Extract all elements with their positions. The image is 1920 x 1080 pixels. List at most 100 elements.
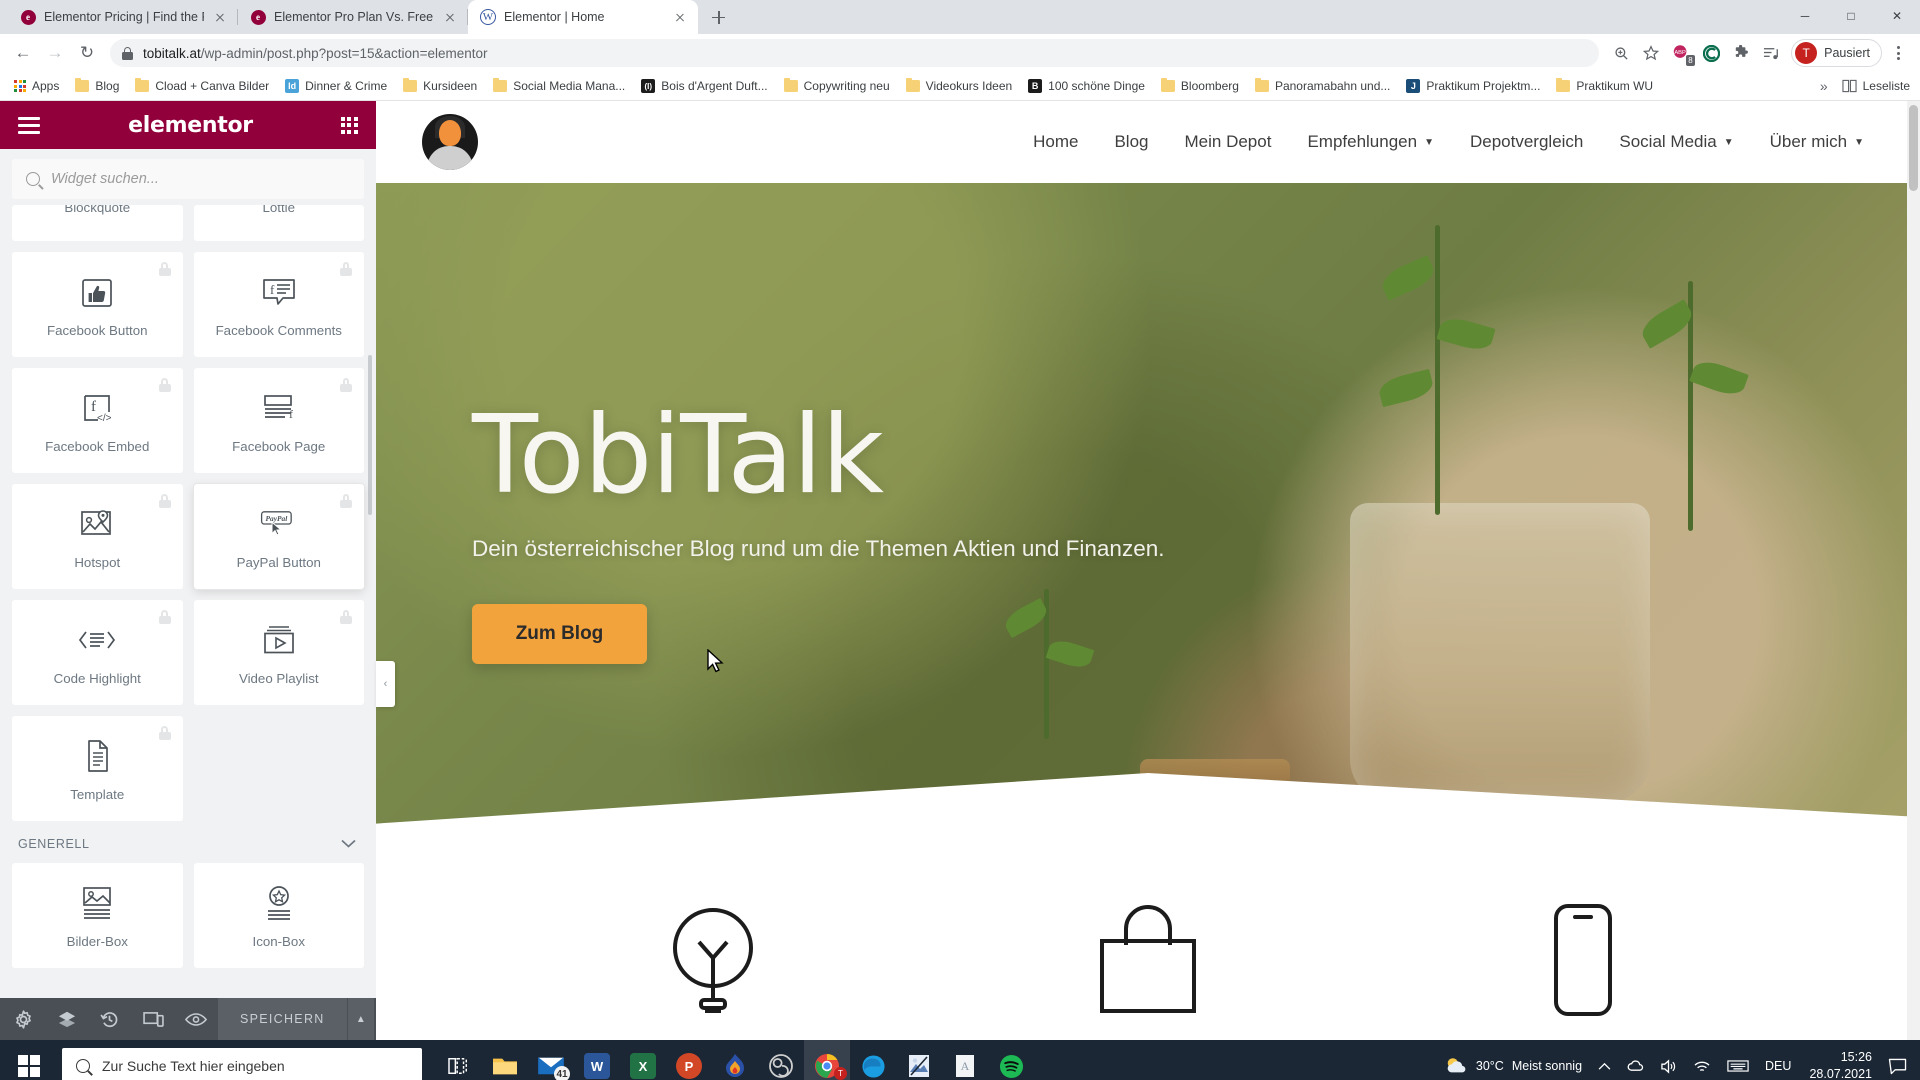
nav-item-mein-depot[interactable]: Mein Depot — [1185, 132, 1272, 152]
widget-card-video-playlist[interactable]: Video Playlist — [193, 600, 364, 705]
back-icon[interactable]: ← — [8, 38, 38, 68]
ghostery-icon[interactable] — [1697, 39, 1725, 67]
notification-icon[interactable] — [1882, 1040, 1912, 1080]
bookmark-bois-dargent-duft[interactable]: (I) Bois d'Argent Duft... — [633, 76, 775, 96]
preview-eye-icon[interactable] — [175, 998, 218, 1040]
extensions-icon[interactable] — [1727, 39, 1755, 67]
media-list-icon[interactable] — [1757, 39, 1785, 67]
bookmark-videokurs-ideen[interactable]: Videokurs Ideen — [898, 76, 1021, 96]
widget-card-lottie[interactable]: Lottie — [193, 205, 364, 241]
bookmark-copywriting-neu[interactable]: Copywriting neu — [776, 76, 898, 96]
maximize-icon[interactable]: □ — [1828, 0, 1874, 32]
close-window-icon[interactable]: ✕ — [1874, 0, 1920, 32]
minimize-icon[interactable]: ─ — [1782, 0, 1828, 32]
layers-navigator-icon[interactable] — [45, 998, 88, 1040]
grid-dots-icon[interactable] — [340, 116, 358, 134]
hamburger-icon[interactable] — [18, 116, 40, 134]
weather-widget[interactable]: 30°C Meist sonnig — [1436, 1040, 1590, 1080]
save-button[interactable]: SPEICHERN — [217, 998, 347, 1040]
widget-card-paypal-button[interactable]: PayPal PayPal Button — [193, 484, 364, 589]
preview-scrollbar[interactable] — [1907, 101, 1920, 1040]
word-icon[interactable]: W — [574, 1040, 620, 1080]
taskbar-search-input[interactable]: Zur Suche Text hier eingeben — [62, 1048, 422, 1080]
chrome-icon[interactable]: T — [804, 1040, 850, 1080]
browser-tab-0[interactable]: e Elementor Pricing | Find the Righ — [8, 0, 238, 34]
obs-icon[interactable] — [758, 1040, 804, 1080]
language-indicator[interactable]: DEU — [1757, 1040, 1799, 1080]
bookmark-kursideen[interactable]: Kursideen — [395, 76, 485, 96]
history-icon[interactable] — [88, 998, 131, 1040]
start-button[interactable] — [0, 1040, 58, 1080]
preview-scrollbar-thumb[interactable] — [1909, 105, 1918, 191]
widget-card-code-highlight[interactable]: Code Highlight — [12, 600, 183, 705]
reload-icon[interactable]: ↻ — [72, 38, 102, 68]
reading-list-button[interactable]: Leseliste — [1842, 79, 1910, 93]
address-bar[interactable]: tobitalk.at/wp-admin/post.php?post=15&ac… — [110, 39, 1600, 67]
panel-scrollbar[interactable] — [368, 355, 372, 515]
onedrive-icon[interactable] — [1619, 1040, 1652, 1080]
volume-icon[interactable] — [1652, 1040, 1685, 1080]
chevron-down-icon[interactable] — [341, 837, 356, 851]
widget-card-hotspot[interactable]: Hotspot — [12, 484, 183, 589]
nav-item-blog[interactable]: Blog — [1114, 132, 1148, 152]
widget-card-icon-box[interactable]: Icon-Box — [193, 863, 364, 968]
panel-collapse-handle[interactable]: ‹ — [376, 661, 395, 707]
bookmark-social-media-management[interactable]: Social Media Mana... — [485, 76, 633, 96]
nav-item-depotvergleich[interactable]: Depotvergleich — [1470, 132, 1583, 152]
taskbar-clock[interactable]: 15:26 28.07.2021 — [1799, 1049, 1882, 1080]
mail-icon[interactable]: 41 — [528, 1040, 574, 1080]
overflow-chevron-icon[interactable]: » — [1820, 78, 1828, 94]
bookmark-cload-canva-bilder[interactable]: Cload + Canva Bilder — [127, 76, 277, 96]
zoom-icon[interactable] — [1607, 39, 1635, 67]
widget-card-facebook-comments[interactable]: f Facebook Comments — [193, 252, 364, 357]
widget-card-blockquote[interactable]: Blockquote — [12, 205, 183, 241]
wifi-icon[interactable] — [1685, 1040, 1719, 1080]
bookmark-bloomberg[interactable]: Bloomberg — [1153, 76, 1247, 96]
bookmark-praktikum-projektmanagement[interactable]: J Praktikum Projektm... — [1398, 76, 1548, 96]
file-explorer-icon[interactable] — [482, 1040, 528, 1080]
bookmark-100-schoene-dinge[interactable]: B 100 schöne Dinge — [1020, 76, 1153, 96]
widget-card-facebook-embed[interactable]: f </> Facebook Embed — [12, 368, 183, 473]
excel-icon[interactable]: X — [620, 1040, 666, 1080]
chrome-menu-icon[interactable] — [1884, 39, 1912, 67]
bookmark-praktikum-wu[interactable]: Praktikum WU — [1548, 76, 1661, 96]
nav-item-home[interactable]: Home — [1033, 132, 1078, 152]
browser-tab-1[interactable]: e Elementor Pro Plan Vs. Free Plan — [238, 0, 468, 34]
spotify-icon[interactable] — [988, 1040, 1034, 1080]
section-header-generell[interactable]: GENERELL — [12, 821, 364, 863]
acrobat-icon[interactable]: A — [942, 1040, 988, 1080]
widget-card-facebook-button[interactable]: Facebook Button — [12, 252, 183, 357]
widget-card-facebook-page[interactable]: f Facebook Page — [193, 368, 364, 473]
keyboard-icon[interactable] — [1719, 1040, 1757, 1080]
widget-list[interactable]: Blockquote Lottie Facebook Button f Face… — [0, 205, 376, 998]
nav-item-empfehlungen[interactable]: Empfehlungen ▼ — [1307, 132, 1434, 152]
close-icon[interactable] — [672, 9, 688, 25]
flame-icon[interactable] — [712, 1040, 758, 1080]
tray-chevron-up-icon[interactable] — [1590, 1040, 1619, 1080]
bookmark-panoramabahn[interactable]: Panoramabahn und... — [1247, 76, 1398, 96]
forward-icon[interactable]: → — [40, 38, 70, 68]
nav-item-social-media[interactable]: Social Media ▼ — [1619, 132, 1733, 152]
task-view-icon[interactable] — [436, 1040, 482, 1080]
bookmark-apps[interactable]: Apps — [6, 76, 67, 96]
save-options-caret-icon[interactable]: ▲ — [346, 998, 374, 1040]
close-icon[interactable] — [212, 9, 228, 25]
widget-search-input[interactable]: Widget suchen... — [12, 159, 364, 199]
adblock-icon[interactable]: ABP 8 — [1667, 39, 1696, 67]
nav-item-ueber-mich[interactable]: Über mich ▼ — [1770, 132, 1864, 152]
hero-cta-button[interactable]: Zum Blog — [472, 604, 647, 664]
close-icon[interactable] — [442, 9, 458, 25]
responsive-mode-icon[interactable] — [132, 998, 175, 1040]
new-tab-button[interactable] — [704, 3, 732, 31]
site-logo-avatar[interactable] — [422, 114, 478, 170]
bookmark-dinner-crime[interactable]: Id Dinner & Crime — [277, 76, 395, 96]
widget-card-template[interactable]: Template — [12, 716, 183, 821]
browser-tab-2[interactable]: W Elementor | Home — [468, 0, 698, 34]
edge-icon[interactable] — [850, 1040, 896, 1080]
powerpoint-icon[interactable]: P — [666, 1040, 712, 1080]
profile-button[interactable]: T Pausiert — [1791, 39, 1882, 67]
bookmark-blog[interactable]: Blog — [67, 76, 127, 96]
settings-gear-icon[interactable] — [2, 998, 45, 1040]
photos-icon[interactable] — [896, 1040, 942, 1080]
widget-card-bilder-box[interactable]: Bilder-Box — [12, 863, 183, 968]
